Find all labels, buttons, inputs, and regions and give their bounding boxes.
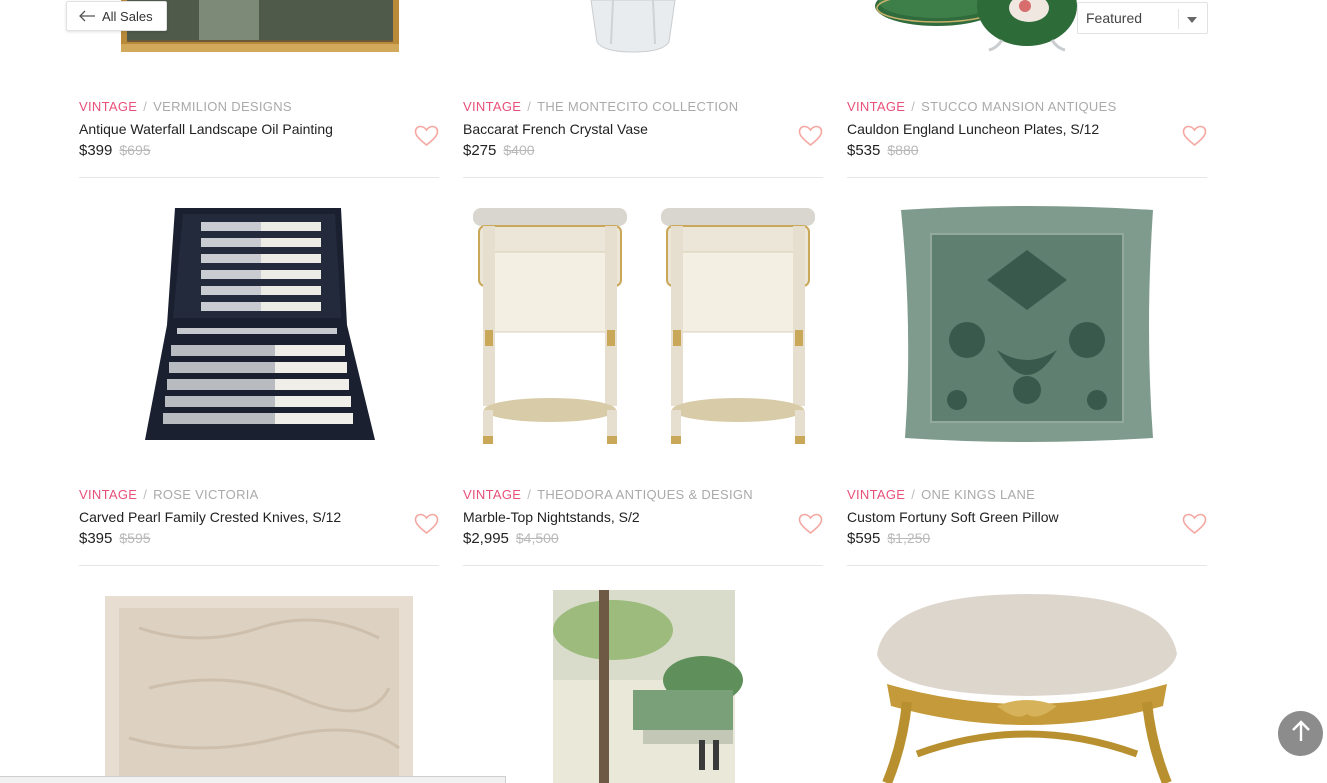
product-tagline: VINTAGE / ONE KINGS LANE — [847, 487, 1036, 502]
original-price: $595 — [119, 530, 151, 546]
product-image-stool[interactable] — [847, 594, 1207, 783]
sale-price: $535 — [847, 142, 881, 159]
product-prices: $595 $1,250 — [847, 530, 1207, 547]
seller-link[interactable]: THEODORA ANTIQUES & DESIGN — [537, 487, 753, 502]
product-image-knives[interactable] — [79, 200, 439, 460]
product-title[interactable]: Carved Pearl Family Crested Knives, S/12 — [79, 509, 439, 525]
original-price: $880 — [887, 142, 919, 158]
original-price: $1,250 — [887, 530, 931, 546]
heart-icon[interactable] — [1182, 125, 1207, 147]
product-tagline: VINTAGE / STUCCO MANSION ANTIQUES — [847, 99, 1117, 114]
card-divider — [847, 565, 1207, 566]
condition-label[interactable]: VINTAGE — [847, 487, 905, 502]
original-price: $400 — [503, 142, 535, 158]
product-prices: $275 $400 — [463, 142, 823, 159]
sale-price: $595 — [847, 530, 881, 547]
sort-selected-label: Featured — [1086, 10, 1143, 26]
product-tagline: VINTAGE / VERMILION DESIGNS — [79, 99, 292, 114]
original-price: $695 — [119, 142, 151, 158]
seller-link[interactable]: ROSE VICTORIA — [153, 487, 259, 502]
product-image-watercolor[interactable] — [463, 590, 823, 783]
product-title[interactable]: Cauldon England Luncheon Plates, S/12 — [847, 121, 1207, 137]
sort-dropdown[interactable]: Featured — [1077, 2, 1208, 34]
product-tagline: VINTAGE / ROSE VICTORIA — [79, 487, 259, 502]
heart-icon[interactable] — [798, 513, 823, 535]
arrow-up-icon — [1290, 719, 1312, 748]
product-title[interactable]: Custom Fortuny Soft Green Pillow — [847, 509, 1207, 525]
product-title[interactable]: Antique Waterfall Landscape Oil Painting — [79, 121, 439, 137]
product-prices: $535 $880 — [847, 142, 1207, 159]
arrow-left-icon — [78, 10, 96, 22]
scroll-to-top-button[interactable] — [1278, 711, 1323, 756]
sale-price: $275 — [463, 142, 497, 159]
card-divider — [847, 177, 1207, 178]
heart-icon[interactable] — [798, 125, 823, 147]
seller-link[interactable]: STUCCO MANSION ANTIQUES — [921, 99, 1116, 114]
status-url-bar — [0, 776, 506, 783]
sort-divider — [1178, 9, 1179, 29]
card-divider — [79, 565, 439, 566]
seller-link[interactable]: ONE KINGS LANE — [921, 487, 1035, 502]
product-tagline: VINTAGE / THEODORA ANTIQUES & DESIGN — [463, 487, 753, 502]
product-image-pillow[interactable] — [847, 200, 1207, 460]
product-title[interactable]: Baccarat French Crystal Vase — [463, 121, 823, 137]
chevron-down-icon — [1187, 17, 1197, 23]
sale-price: $2,995 — [463, 530, 509, 547]
seller-link[interactable]: VERMILION DESIGNS — [153, 99, 292, 114]
product-title[interactable]: Marble-Top Nightstands, S/2 — [463, 509, 823, 525]
original-price: $4,500 — [515, 530, 559, 546]
sale-price: $399 — [79, 142, 113, 159]
condition-label[interactable]: VINTAGE — [847, 99, 905, 114]
heart-icon[interactable] — [414, 125, 439, 147]
product-image-nightstands[interactable] — [463, 200, 823, 460]
condition-label[interactable]: VINTAGE — [463, 487, 521, 502]
card-divider — [463, 177, 823, 178]
sale-price: $395 — [79, 530, 113, 547]
condition-label[interactable]: VINTAGE — [79, 487, 137, 502]
all-sales-button[interactable]: All Sales — [66, 1, 167, 31]
card-divider — [463, 565, 823, 566]
product-prices: $399 $695 — [79, 142, 439, 159]
condition-label[interactable]: VINTAGE — [79, 99, 137, 114]
product-image-rug[interactable] — [79, 588, 439, 783]
product-prices: $395 $595 — [79, 530, 439, 547]
product-tagline: VINTAGE / THE MONTECITO COLLECTION — [463, 99, 739, 114]
seller-link[interactable]: THE MONTECITO COLLECTION — [537, 99, 738, 114]
all-sales-label: All Sales — [102, 8, 153, 24]
card-divider — [79, 177, 439, 178]
product-image-vase[interactable] — [463, 0, 823, 60]
product-prices: $2,995 $4,500 — [463, 530, 823, 547]
heart-icon[interactable] — [1182, 513, 1207, 535]
heart-icon[interactable] — [414, 513, 439, 535]
condition-label[interactable]: VINTAGE — [463, 99, 521, 114]
